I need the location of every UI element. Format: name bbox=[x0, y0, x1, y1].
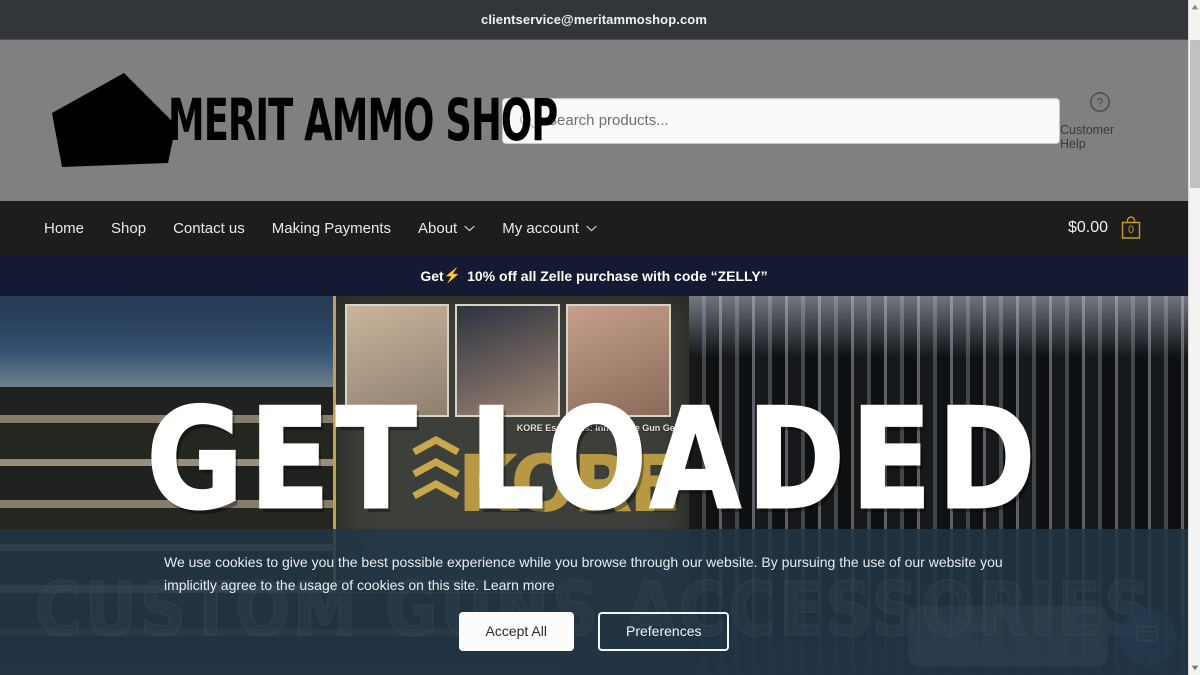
browser-viewport: clientservice@meritammoshop.com MERIT AM… bbox=[0, 0, 1200, 675]
customer-help-label: Customer Help bbox=[1060, 122, 1115, 151]
pentagon-logo-icon bbox=[44, 71, 176, 171]
nav-item-label: My account bbox=[502, 219, 579, 237]
cookie-consent-message: We use cookies to give you the best poss… bbox=[164, 554, 1003, 593]
scroll-down-arrow-icon[interactable] bbox=[1189, 661, 1200, 675]
nav-item-my-account[interactable]: My account bbox=[502, 220, 597, 237]
cookie-consent-text-block: We use cookies to give you the best poss… bbox=[164, 551, 1024, 596]
scroll-up-arrow-icon[interactable] bbox=[1189, 0, 1200, 14]
cookie-learn-more-link[interactable]: Learn more bbox=[483, 577, 555, 593]
nav-item-label: Home bbox=[44, 219, 85, 237]
cart-item-count: 0 bbox=[1127, 224, 1135, 236]
accept-all-button[interactable]: Accept All bbox=[458, 612, 574, 651]
customer-help-link[interactable]: ? Customer Help bbox=[1060, 91, 1144, 151]
preferences-button[interactable]: Preferences bbox=[598, 612, 730, 651]
cookie-consent-inner: We use cookies to give you the best poss… bbox=[164, 551, 1024, 651]
cart-total: $0.00 bbox=[1067, 219, 1108, 236]
question-circle-icon: ? bbox=[1089, 91, 1111, 118]
scrollbar-thumb[interactable] bbox=[1190, 40, 1200, 188]
nav-item-making-payments[interactable]: Making Payments bbox=[272, 220, 391, 237]
page-content: clientservice@meritammoshop.com MERIT AM… bbox=[0, 0, 1188, 675]
chevron-down-icon bbox=[464, 225, 475, 232]
svg-text:?: ? bbox=[1097, 95, 1104, 109]
brand-name: MERIT AMMO SHOP bbox=[168, 87, 558, 154]
cookie-consent-banner: We use cookies to give you the best poss… bbox=[0, 529, 1188, 675]
nav-item-about[interactable]: About bbox=[418, 220, 475, 237]
nav-item-label: Contact us bbox=[173, 219, 245, 237]
nav-item-shop[interactable]: Shop bbox=[111, 220, 146, 237]
hero-photo-fence-highlight bbox=[689, 296, 1188, 357]
top-utility-bar: clientservice@meritammoshop.com bbox=[0, 0, 1188, 40]
nav-item-label: Making Payments bbox=[271, 219, 391, 237]
nav-item-list: Home Shop Contact us Making Payments Abo… bbox=[44, 220, 597, 237]
cart-widget[interactable]: $0.00 0 bbox=[1068, 215, 1144, 241]
primary-navigation: Home Shop Contact us Making Payments Abo… bbox=[0, 201, 1188, 255]
chevron-down-icon bbox=[586, 225, 597, 232]
cookie-consent-buttons: Accept All Preferences bbox=[164, 612, 1024, 651]
nav-item-label: About bbox=[418, 219, 458, 237]
search-box[interactable] bbox=[502, 97, 1060, 144]
product-search bbox=[502, 97, 1060, 144]
hero-title: GET LOADED bbox=[146, 377, 1042, 541]
promo-banner[interactable]: Get ⚡ 10% off all Zelle purchase with code… bbox=[0, 255, 1188, 296]
page-scrollbar[interactable] bbox=[1188, 0, 1200, 675]
nav-item-home[interactable]: Home bbox=[44, 220, 84, 237]
search-input[interactable] bbox=[547, 112, 1043, 129]
site-logo[interactable]: MERIT AMMO SHOP bbox=[44, 71, 558, 171]
promo-message: 10% off all Zelle purchase with code “ZE… bbox=[467, 267, 768, 284]
promo-prefix: Get bbox=[420, 267, 444, 284]
lightning-bolt-icon: ⚡ bbox=[443, 267, 462, 283]
client-service-email[interactable]: clientservice@meritammoshop.com bbox=[481, 12, 707, 27]
shopping-bag-icon[interactable]: 0 bbox=[1118, 215, 1144, 241]
nav-item-label: Shop bbox=[111, 219, 147, 237]
nav-item-contact-us[interactable]: Contact us bbox=[173, 220, 245, 237]
site-header: MERIT AMMO SHOP ? bbox=[0, 40, 1188, 201]
